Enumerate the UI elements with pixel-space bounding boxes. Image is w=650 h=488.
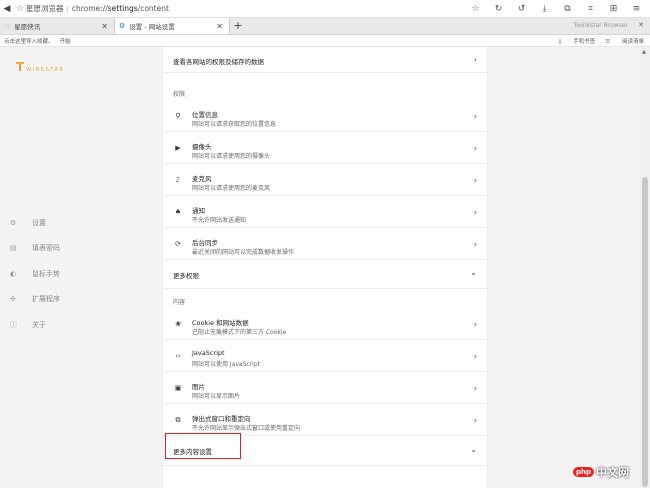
chevron-right-icon: ›: [473, 384, 477, 393]
chevron-down-icon: ⌄: [470, 268, 477, 277]
code-icon: ‹›: [175, 352, 181, 360]
browser-brand: 星愿浏览器: [26, 4, 64, 13]
scroll-up-icon[interactable]: ▲: [642, 49, 646, 55]
location-icon: ⚲: [175, 112, 181, 120]
content-javascript[interactable]: ‹› JavaScript 网站可以使用 JavaScript ›: [163, 342, 489, 372]
download-icon[interactable]: ⤓: [533, 4, 556, 14]
crop-icon[interactable]: ⌗: [579, 4, 602, 14]
refresh-icon[interactable]: ↻: [487, 4, 510, 14]
tab-settings[interactable]: ⚙ 设置 - 网站设置 ✕: [115, 18, 230, 34]
chevron-right-icon: ›: [473, 55, 477, 64]
sidebar-item-about[interactable]: ⓘ 关于: [10, 312, 60, 338]
history-icon[interactable]: ↺: [510, 4, 533, 14]
logo-text: WINKSTAR: [26, 67, 65, 73]
gear-icon: ⚙: [119, 22, 126, 30]
puzzle-icon: ✣: [10, 295, 16, 304]
chevron-right-icon: ›: [473, 416, 477, 425]
bookmark-star-icon[interactable]: ☆: [14, 4, 26, 14]
annotation-highlight-box: [165, 433, 241, 459]
scrollbar[interactable]: ▲: [640, 47, 650, 488]
site-data-row[interactable]: 查看各网站的权限及储存的数据 ›: [163, 47, 489, 73]
chevron-right-icon: ›: [473, 176, 477, 185]
close-icon[interactable]: ✕: [101, 22, 108, 31]
section-title-content: 内容: [173, 299, 186, 306]
chevron-right-icon: ›: [473, 240, 477, 249]
star-icon[interactable]: ☆: [464, 4, 487, 14]
info-icon: ⓘ: [10, 320, 17, 329]
camera-icon: ▶: [175, 144, 181, 152]
back-icon[interactable]: ◀: [0, 4, 14, 14]
chevron-right-icon: ›: [473, 208, 477, 217]
import-start-link[interactable]: 开始: [60, 39, 71, 45]
cookie-icon: ❀: [175, 320, 181, 328]
sync-icon: ⟳: [175, 240, 181, 248]
tab-label: 星愿快讯: [14, 23, 41, 31]
permission-notifications[interactable]: ♠ 通知 不允许网站发送通知 ›: [163, 198, 489, 228]
sidebar-item-gestures[interactable]: ◐ 鼠标手势: [10, 261, 60, 287]
bookmarks-right: ▯ 手机书签 ☰ 阅读清单: [549, 37, 645, 45]
permission-camera[interactable]: ▶ 摄像头 网站可以请求使用您的摄像头 ›: [163, 134, 489, 164]
menu-icon[interactable]: ≡: [625, 4, 648, 14]
watermark-badge: php: [573, 467, 595, 477]
import-hint: 点击这里导入收藏。 开始: [4, 39, 71, 45]
watermark-text: 中文网: [596, 466, 630, 479]
address-bar: ◀ ☆ 星愿浏览器 | chrome://settings/content ☆ …: [0, 0, 650, 18]
more-permissions-row[interactable]: 更多权限 ⌄: [163, 260, 489, 289]
microphone-icon: ♪: [175, 176, 181, 184]
tab-news[interactable]: ☆ 星愿快讯 ✕: [0, 18, 115, 34]
settings-card: 查看各网站的权限及储存的数据 › 权限 ⚲ 位置信息 网站可以请求获取您的位置信…: [162, 47, 489, 488]
toolbar: ☆ ↻ ↺ ⤓ ⧉ ⌗ ⊞ ≡: [464, 0, 648, 18]
sidebar-item-settings[interactable]: ⚙ 设置: [10, 210, 60, 236]
reading-list-button[interactable]: ☰ 阅读清单: [605, 37, 644, 45]
new-tab-button[interactable]: +: [230, 18, 246, 34]
account-name[interactable]: Twinkstar Browser: [574, 22, 628, 29]
chevron-right-icon: ›: [473, 320, 477, 329]
chevron-right-icon: ›: [473, 144, 477, 153]
row-title: 更多权限: [173, 272, 199, 280]
close-icon[interactable]: ✕: [216, 22, 223, 31]
mobile-bookmarks-button[interactable]: ▯ 手机书签: [559, 37, 596, 45]
content-cookies[interactable]: ❀ Cookie 和网站数据 已阻止无痕模式下的第三方 Cookie ›: [163, 310, 489, 340]
logo-mark-icon: T: [16, 60, 25, 74]
bell-icon: ♠: [174, 208, 182, 216]
screenshot-icon[interactable]: ⧉: [556, 4, 579, 14]
image-icon: ▣: [174, 384, 182, 392]
form-icon: ▤: [10, 244, 17, 253]
scrollbar-thumb[interactable]: [642, 177, 648, 487]
chevron-right-icon: ›: [473, 352, 477, 361]
mouse-icon: ◐: [10, 269, 17, 278]
popup-icon: ⧉: [175, 416, 181, 424]
logo: T WINKSTAR: [16, 60, 64, 74]
sidebar-item-passwords[interactable]: ▤ 填表密码: [10, 236, 60, 262]
url-input[interactable]: chrome://settings/content: [72, 4, 169, 13]
section-title-permissions: 权限: [173, 91, 186, 98]
bookmarks-bar: 点击这里导入收藏。 开始 ▯ 手机书签 ☰ 阅读清单: [0, 35, 650, 47]
extension-icon[interactable]: ⊞: [602, 4, 625, 14]
window-close-icon[interactable]: ✕: [638, 21, 644, 29]
url-separator: |: [66, 4, 69, 13]
content-popups[interactable]: ⧉ 弹出式窗口和重定向 不允许网站显示弹出式窗口或使用重定向 ›: [163, 406, 489, 436]
star-icon: ☆: [4, 22, 11, 30]
chevron-right-icon: ›: [473, 112, 477, 121]
gear-icon: ⚙: [10, 218, 17, 227]
tab-label: 设置 - 网站设置: [129, 23, 175, 31]
chevron-down-icon: ⌄: [470, 445, 477, 454]
permission-microphone[interactable]: ♪ 麦克风 网站可以请求使用您的麦克风 ›: [163, 166, 489, 196]
content-images[interactable]: ▣ 图片 网站可以显示图片 ›: [163, 374, 489, 404]
permission-location[interactable]: ⚲ 位置信息 网站可以请求获取您的位置信息 ›: [163, 102, 489, 132]
watermark: php 中文网: [573, 464, 629, 480]
sidebar-item-extensions[interactable]: ✣ 扩展程序: [10, 287, 60, 313]
row-title: 查看各网站的权限及储存的数据: [173, 58, 264, 66]
sidebar-nav: ⚙ 设置 ▤ 填表密码 ◐ 鼠标手势 ✣ 扩展程序 ⓘ 关于: [10, 210, 60, 338]
tab-strip: ☆ 星愿快讯 ✕ ⚙ 设置 - 网站设置 ✕ + Twinkstar Brows…: [0, 18, 650, 35]
permission-background-sync[interactable]: ⟳ 后台同步 最近关闭的网站可以完成数据收发操作 ›: [163, 230, 489, 260]
